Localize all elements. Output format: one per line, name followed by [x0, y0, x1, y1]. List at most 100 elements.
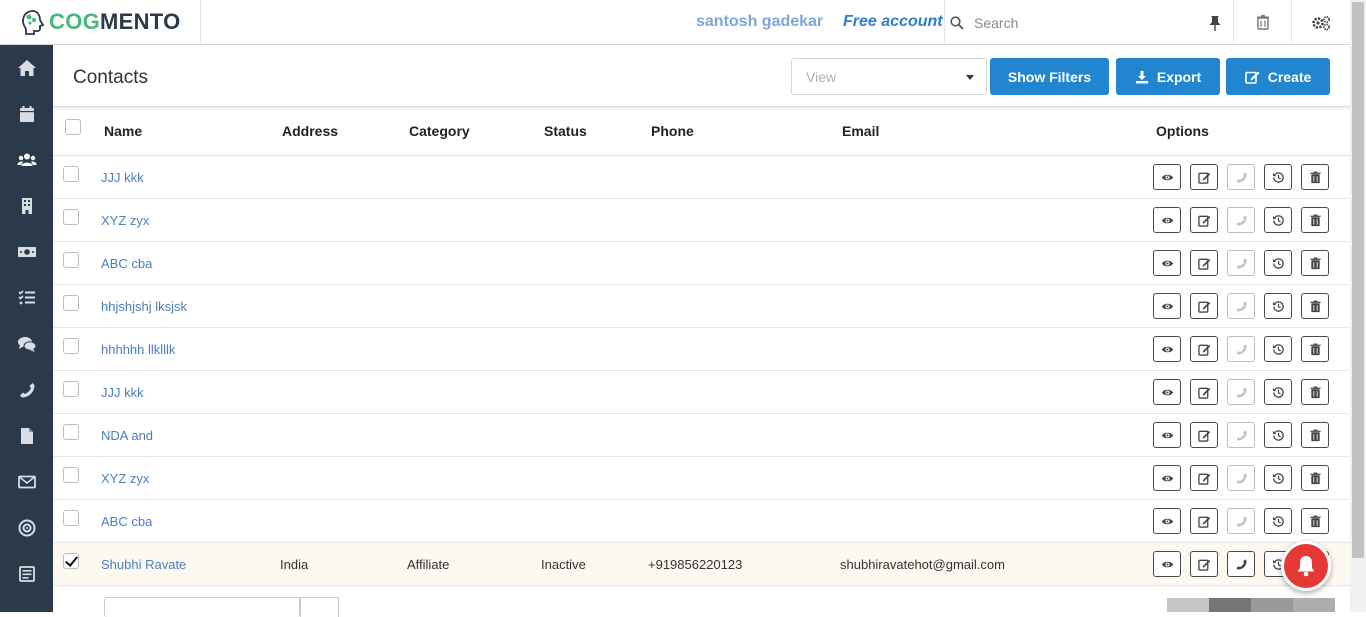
- column-header-email[interactable]: Email: [842, 123, 879, 139]
- row-checkbox[interactable]: [63, 166, 79, 182]
- search-input[interactable]: [974, 14, 1194, 31]
- scrollbar-thumb[interactable]: [1352, 2, 1364, 558]
- delete-button[interactable]: [1301, 336, 1329, 362]
- call-button[interactable]: [1227, 293, 1255, 319]
- view-button[interactable]: [1153, 422, 1181, 448]
- row-checkbox[interactable]: [63, 381, 79, 397]
- show-filters-button[interactable]: Show Filters: [990, 58, 1109, 95]
- call-button[interactable]: [1227, 551, 1255, 577]
- pagination-next[interactable]: [1251, 598, 1293, 612]
- edit-button[interactable]: [1190, 336, 1218, 362]
- view-button[interactable]: [1153, 336, 1181, 362]
- pagination-last[interactable]: [1293, 598, 1335, 612]
- contact-name-link[interactable]: XYZ zyx: [101, 471, 149, 486]
- call-button[interactable]: [1227, 465, 1255, 491]
- row-checkbox[interactable]: [63, 424, 79, 440]
- view-button[interactable]: [1153, 207, 1181, 233]
- column-header-phone[interactable]: Phone: [651, 123, 694, 139]
- view-button[interactable]: [1153, 293, 1181, 319]
- view-button[interactable]: [1153, 164, 1181, 190]
- history-button[interactable]: [1264, 293, 1292, 319]
- edit-button[interactable]: [1190, 422, 1218, 448]
- row-checkbox[interactable]: [63, 338, 79, 354]
- edit-button[interactable]: [1190, 164, 1218, 190]
- contact-name-link[interactable]: JJJ kkk: [101, 170, 144, 185]
- sidebar-item-companies[interactable]: [0, 183, 53, 229]
- pin-icon[interactable]: [1208, 15, 1222, 31]
- trash-button[interactable]: [1233, 0, 1291, 45]
- settings-button[interactable]: [1291, 0, 1350, 45]
- edit-button[interactable]: [1190, 293, 1218, 319]
- view-button[interactable]: [1153, 508, 1181, 534]
- history-button[interactable]: [1264, 164, 1292, 190]
- select-all-checkbox[interactable]: [65, 119, 81, 135]
- create-button[interactable]: Create: [1226, 58, 1330, 95]
- delete-button[interactable]: [1301, 164, 1329, 190]
- contact-name-link[interactable]: ABC cba: [101, 256, 152, 271]
- call-button[interactable]: [1227, 508, 1255, 534]
- history-button[interactable]: [1264, 465, 1292, 491]
- contact-name-link[interactable]: JJJ kkk: [101, 385, 144, 400]
- sidebar-item-contacts[interactable]: [0, 137, 53, 183]
- row-checkbox[interactable]: [63, 467, 79, 483]
- view-button[interactable]: [1153, 379, 1181, 405]
- contact-name-link[interactable]: hhjshjshj lksjsk: [101, 299, 187, 314]
- sidebar-item-cases[interactable]: [0, 321, 53, 367]
- logo[interactable]: COGMENTO: [0, 0, 201, 45]
- page-size-select[interactable]: [104, 597, 300, 617]
- view-button[interactable]: [1153, 250, 1181, 276]
- column-header-name[interactable]: Name: [104, 123, 142, 139]
- delete-button[interactable]: [1301, 207, 1329, 233]
- sidebar-item-forms[interactable]: [0, 551, 53, 597]
- notification-button[interactable]: [1281, 541, 1331, 591]
- history-button[interactable]: [1264, 336, 1292, 362]
- contact-name-link[interactable]: ABC cba: [101, 514, 152, 529]
- contact-name-link[interactable]: hhhhhh llklllk: [101, 342, 175, 357]
- edit-button[interactable]: [1190, 508, 1218, 534]
- contact-name-link[interactable]: XYZ zyx: [101, 213, 149, 228]
- history-button[interactable]: [1264, 508, 1292, 534]
- history-button[interactable]: [1264, 207, 1292, 233]
- contact-name-link[interactable]: Shubhi Ravate: [101, 557, 186, 572]
- history-button[interactable]: [1264, 379, 1292, 405]
- sidebar-item-campaigns[interactable]: [0, 505, 53, 551]
- sidebar-item-documents[interactable]: [0, 413, 53, 459]
- call-button[interactable]: [1227, 250, 1255, 276]
- page-size-toggle[interactable]: [300, 597, 339, 617]
- vertical-scrollbar[interactable]: [1350, 0, 1366, 612]
- column-header-status[interactable]: Status: [544, 123, 587, 139]
- call-button[interactable]: [1227, 422, 1255, 448]
- call-button[interactable]: [1227, 379, 1255, 405]
- edit-button[interactable]: [1190, 250, 1218, 276]
- delete-button[interactable]: [1301, 293, 1329, 319]
- edit-button[interactable]: [1190, 465, 1218, 491]
- edit-button[interactable]: [1190, 551, 1218, 577]
- sidebar-item-tasks[interactable]: [0, 275, 53, 321]
- contact-name-link[interactable]: NDA and: [101, 428, 153, 443]
- view-select[interactable]: View: [791, 58, 987, 95]
- row-checkbox[interactable]: [63, 510, 79, 526]
- column-header-address[interactable]: Address: [282, 123, 338, 139]
- call-button[interactable]: [1227, 164, 1255, 190]
- delete-button[interactable]: [1301, 465, 1329, 491]
- sidebar-item-calendar[interactable]: [0, 91, 53, 137]
- row-checkbox[interactable]: [63, 295, 79, 311]
- row-checkbox[interactable]: [63, 252, 79, 268]
- delete-button[interactable]: [1301, 422, 1329, 448]
- edit-button[interactable]: [1190, 207, 1218, 233]
- view-button[interactable]: [1153, 465, 1181, 491]
- call-button[interactable]: [1227, 336, 1255, 362]
- delete-button[interactable]: [1301, 250, 1329, 276]
- view-button[interactable]: [1153, 551, 1181, 577]
- pagination-first[interactable]: [1167, 598, 1209, 612]
- call-button[interactable]: [1227, 207, 1255, 233]
- sidebar-item-home[interactable]: [0, 45, 53, 91]
- row-checkbox[interactable]: [63, 209, 79, 225]
- history-button[interactable]: [1264, 250, 1292, 276]
- sidebar-item-calls[interactable]: [0, 367, 53, 413]
- edit-button[interactable]: [1190, 379, 1218, 405]
- export-button[interactable]: Export: [1116, 58, 1220, 95]
- row-checkbox[interactable]: [63, 553, 79, 569]
- history-button[interactable]: [1264, 422, 1292, 448]
- pagination-current[interactable]: [1209, 598, 1251, 612]
